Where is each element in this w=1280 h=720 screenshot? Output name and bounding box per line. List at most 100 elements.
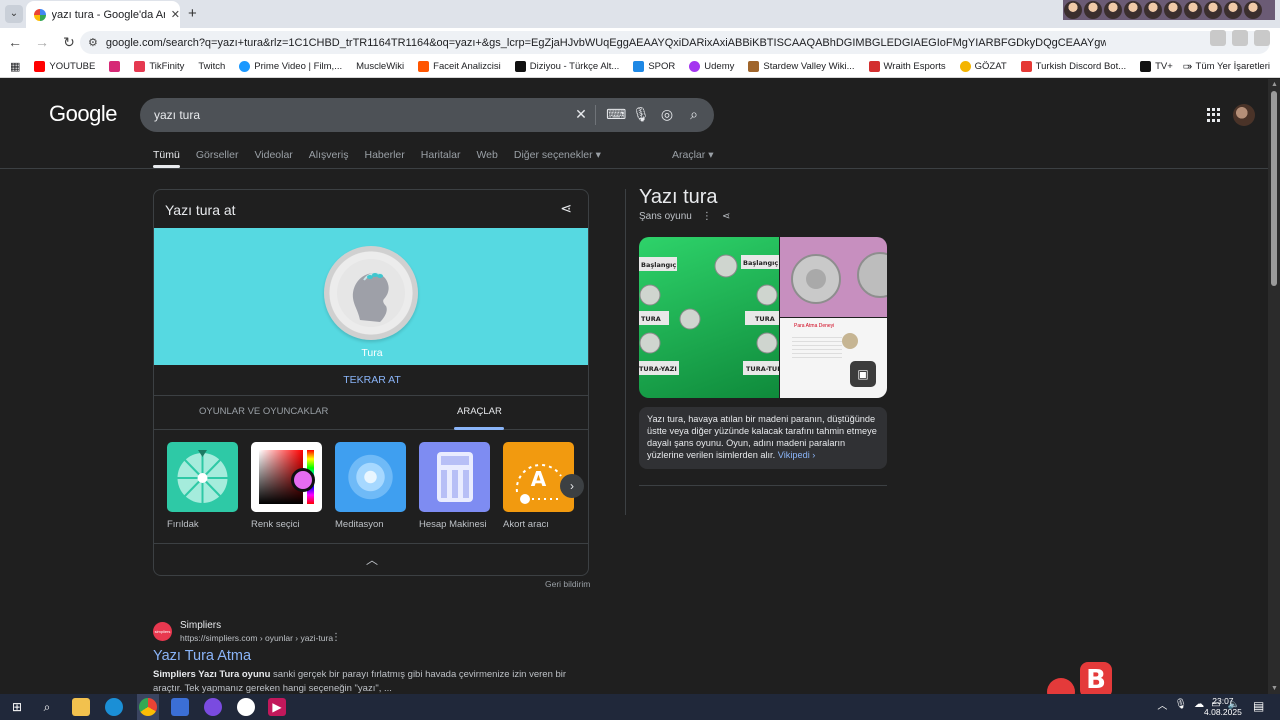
wikipedia-link[interactable]: Vikipedi › bbox=[778, 450, 816, 460]
search-box[interactable]: ✕ ⌨ 🎙 ◎ ⌕ bbox=[140, 98, 714, 132]
bookmark-tvplus[interactable]: TV+ bbox=[1140, 61, 1173, 72]
media-player-icon[interactable]: ▶ bbox=[268, 698, 286, 716]
bookmark-wraith[interactable]: Wraith Esports bbox=[868, 61, 946, 72]
app-icon[interactable] bbox=[171, 698, 189, 716]
close-tab-icon[interactable]: ✕ bbox=[171, 8, 180, 21]
extension-icon[interactable] bbox=[1232, 30, 1248, 46]
bookmark-youtube[interactable]: YOUTUBE bbox=[34, 61, 95, 72]
site-info-icon[interactable]: ⚙ bbox=[88, 36, 98, 49]
bookmark-stardew[interactable]: Stardew Valley Wiki... bbox=[748, 61, 855, 72]
bookmark-udemy[interactable]: Udemy bbox=[689, 61, 734, 72]
flip-again-button[interactable]: TEKRAR AT bbox=[154, 365, 588, 396]
tab-maps[interactable]: Haritalar bbox=[421, 149, 461, 161]
scroll-down-icon[interactable]: ▼ bbox=[1271, 685, 1278, 692]
obs-icon[interactable] bbox=[237, 698, 255, 716]
bookmark-discord-bot[interactable]: Turkish Discord Bot... bbox=[1020, 61, 1126, 72]
tool-spinner[interactable]: Fırıldak bbox=[167, 442, 238, 530]
image-gallery-icon[interactable]: ▣ bbox=[850, 361, 876, 387]
tab-tools[interactable]: ARAÇLAR bbox=[457, 406, 502, 417]
page-scrollbar[interactable]: ▲ ▼ bbox=[1268, 79, 1280, 694]
edge-icon[interactable] bbox=[105, 698, 123, 716]
google-apps-icon[interactable] bbox=[1207, 108, 1221, 122]
svg-text:Başlangıç: Başlangıç bbox=[641, 261, 676, 269]
share-icon[interactable]: ⋖ bbox=[560, 200, 572, 217]
tab-shopping[interactable]: Alışveriş bbox=[309, 149, 349, 161]
bookmark-diziyou[interactable]: Diziyou - Türkçe Alt... bbox=[514, 61, 619, 72]
clear-icon[interactable]: ✕ bbox=[572, 106, 590, 123]
coin-face-icon bbox=[337, 259, 405, 327]
all-bookmarks[interactable]: ▭ Tüm Yer İşaretleri bbox=[1183, 61, 1270, 72]
svg-text:A: A bbox=[531, 467, 547, 491]
tab-search-button[interactable]: ⌄ bbox=[5, 5, 23, 23]
notification-icon[interactable]: ▤ bbox=[1253, 699, 1264, 713]
apps-grid-icon[interactable]: ▦ bbox=[10, 60, 20, 73]
windows-start-icon[interactable]: ⊞ bbox=[8, 698, 26, 716]
bookmark-prime-video[interactable]: Prime Video | Film,... bbox=[239, 61, 342, 72]
tab-more[interactable]: Diğer seçenekler ▾ bbox=[514, 149, 601, 161]
cloud-icon[interactable]: ☁ bbox=[1194, 699, 1204, 710]
url-text[interactable]: google.com/search?q=yazı+tura&rlz=1C1CHB… bbox=[106, 37, 1106, 49]
search-icon[interactable]: ⌕ bbox=[685, 106, 703, 123]
tab-games-toys[interactable]: OYUNLAR VE OYUNCAKLAR bbox=[199, 406, 328, 417]
site-name[interactable]: Simpliers bbox=[180, 620, 221, 631]
share-icon[interactable]: ⋖ bbox=[722, 211, 730, 222]
tools-carousel: Fırıldak Renk seçici Meditasyon Hesap Ma… bbox=[167, 442, 574, 530]
file-explorer-icon[interactable] bbox=[72, 698, 90, 716]
bookmark-twitch[interactable]: Twitch bbox=[198, 61, 225, 72]
bookmark-faceit[interactable]: Faceit Analizcisi bbox=[418, 61, 501, 72]
knowledge-panel-images[interactable]: Başlangıç Başlangıç TURA TURA TURA-YAZI … bbox=[639, 237, 887, 398]
app-icon[interactable] bbox=[204, 698, 222, 716]
tool-color-picker[interactable]: Renk seçici bbox=[251, 442, 322, 530]
taskbar-clock[interactable]: 23:07 4.08.2025 bbox=[1204, 696, 1242, 718]
scroll-thumb[interactable] bbox=[1271, 91, 1277, 286]
bookmark-star-icon[interactable] bbox=[1210, 30, 1226, 46]
back-arrow-icon[interactable]: ← bbox=[3, 34, 27, 50]
more-options-icon[interactable]: ⋮ bbox=[702, 211, 712, 222]
tab-images[interactable]: Görseller bbox=[196, 149, 239, 161]
coin[interactable] bbox=[324, 246, 418, 340]
tab-all[interactable]: Tümü bbox=[153, 149, 180, 168]
chevron-up-icon[interactable]: ︿ bbox=[1157, 697, 1167, 712]
address-bar[interactable]: ⚙ google.com/search?q=yazı+tura&rlz=1C1C… bbox=[80, 31, 1270, 54]
tab-videos[interactable]: Videolar bbox=[254, 149, 292, 161]
active-tab[interactable]: yazı tura - Google'da Ara ✕ bbox=[26, 1, 180, 28]
carousel-next-button[interactable]: › bbox=[560, 474, 584, 498]
svg-text:Başlangıç: Başlangıç bbox=[743, 259, 778, 267]
bookmark-instagram[interactable] bbox=[109, 61, 121, 72]
more-options-icon[interactable]: ⋮ bbox=[331, 632, 341, 643]
new-tab-button[interactable]: + bbox=[188, 5, 197, 22]
reload-icon[interactable]: ↻ bbox=[57, 34, 81, 51]
microphone-icon[interactable]: 🎙 bbox=[1174, 699, 1187, 710]
bookmark-gozat[interactable]: GÖZAT bbox=[959, 61, 1007, 72]
chrome-icon[interactable] bbox=[139, 698, 157, 716]
tab-web[interactable]: Web bbox=[476, 149, 497, 161]
bookmark-tikfinity[interactable]: TikFinity bbox=[134, 61, 184, 72]
tool-meditation[interactable]: Meditasyon bbox=[335, 442, 406, 530]
feedback-link[interactable]: Geri bildirim bbox=[545, 579, 590, 589]
floating-b-logo-icon[interactable]: B bbox=[1080, 662, 1112, 698]
search-icon[interactable]: ⌕ bbox=[38, 698, 56, 716]
site-favicon[interactable]: simpliers bbox=[153, 622, 172, 641]
column-divider bbox=[625, 189, 626, 515]
coin-diagram-image[interactable]: Başlangıç Başlangıç TURA TURA TURA-YAZI … bbox=[639, 237, 787, 398]
menu-dots-icon[interactable] bbox=[1254, 30, 1270, 46]
keyboard-icon[interactable]: ⌨ bbox=[606, 106, 626, 123]
collapse-button[interactable]: ︿ bbox=[154, 543, 588, 575]
bookmark-musclewiki[interactable]: MuscleWiki bbox=[356, 61, 404, 72]
tool-label: Fırıldak bbox=[167, 519, 199, 530]
lens-icon[interactable]: ◎ bbox=[658, 106, 676, 123]
coins-photo[interactable] bbox=[780, 237, 887, 317]
bookmarks-bar: ▦ YOUTUBE TikFinity Twitch Prime Video |… bbox=[0, 56, 1280, 78]
forward-arrow-icon[interactable]: → bbox=[30, 34, 54, 50]
google-logo[interactable]: Google bbox=[49, 101, 117, 127]
bookmark-spor[interactable]: SPOR bbox=[633, 61, 675, 72]
tool-calculator[interactable]: Hesap Makinesi bbox=[419, 442, 490, 530]
search-input[interactable] bbox=[154, 108, 574, 122]
tab-news[interactable]: Haberler bbox=[364, 149, 404, 161]
microphone-icon[interactable]: 🎙 bbox=[632, 106, 650, 123]
site-url[interactable]: https://simpliers.com › oyunlar › yazi-t… bbox=[180, 633, 333, 643]
result-title-link[interactable]: Yazı Tura Atma bbox=[153, 648, 251, 664]
profile-avatar[interactable] bbox=[1233, 104, 1255, 126]
tools-button[interactable]: Araçlar ▾ bbox=[672, 149, 713, 161]
scroll-up-icon[interactable]: ▲ bbox=[1271, 81, 1278, 88]
